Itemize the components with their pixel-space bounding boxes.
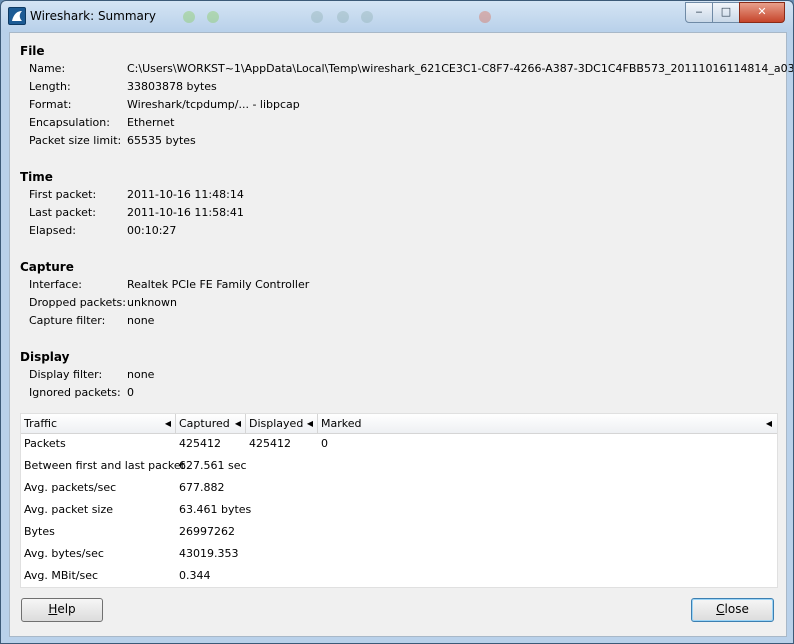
field-label: First packet: bbox=[29, 188, 97, 201]
field-label: Name: bbox=[29, 62, 66, 75]
field-label: Format: bbox=[29, 98, 72, 111]
table-row[interactable]: Between first and last packet 627.561 se… bbox=[21, 455, 777, 477]
window-close-button[interactable]: ✕ bbox=[739, 2, 785, 23]
field-label: Last packet: bbox=[29, 206, 96, 219]
ignored-packets-value: 0 bbox=[127, 386, 134, 399]
field-label: Length: bbox=[29, 80, 71, 93]
field-label: Capture filter: bbox=[29, 314, 106, 327]
column-header-label: Traffic bbox=[24, 417, 58, 430]
field-label: Dropped packets: bbox=[29, 296, 126, 309]
column-header-label: Marked bbox=[321, 417, 362, 430]
file-encapsulation-value: Ethernet bbox=[127, 116, 175, 129]
toolbar-ghost-icon bbox=[337, 11, 349, 23]
field-label: Elapsed: bbox=[29, 224, 76, 237]
field-label: Encapsulation: bbox=[29, 116, 110, 129]
interface-value: Realtek PCIe FE Family Controller bbox=[127, 278, 310, 291]
first-packet-value: 2011-10-16 11:48:14 bbox=[127, 188, 244, 201]
help-mnemonic: H bbox=[48, 602, 58, 616]
table-row[interactable]: Avg. packets/sec 677.882 bbox=[21, 477, 777, 499]
sort-arrow-icon: ◀ bbox=[765, 419, 772, 428]
captured-cell: 627.561 sec bbox=[179, 459, 247, 472]
file-size-limit-value: 65535 bytes bbox=[127, 134, 196, 147]
field-label: Interface: bbox=[29, 278, 82, 291]
displayed-cell: 425412 bbox=[249, 437, 291, 450]
table-row[interactable]: Avg. bytes/sec 43019.353 bbox=[21, 543, 777, 565]
elapsed-value: 00:10:27 bbox=[127, 224, 177, 237]
sort-arrow-icon: ◀ bbox=[234, 419, 241, 428]
traffic-cell: Between first and last packet bbox=[24, 459, 185, 472]
field-label: Display filter: bbox=[29, 368, 103, 381]
column-header-label: Captured bbox=[179, 417, 230, 430]
traffic-cell: Avg. MBit/sec bbox=[24, 569, 99, 582]
capture-filter-value: none bbox=[127, 314, 155, 327]
help-button[interactable]: Help bbox=[21, 598, 103, 622]
file-name-value: C:\Users\WORKST~1\AppData\Local\Temp\wir… bbox=[127, 62, 794, 75]
file-format-value: Wireshark/tcpdump/... - libpcap bbox=[127, 98, 300, 111]
title-bar[interactable]: Wireshark: Summary ‒ □ ✕ bbox=[1, 1, 793, 31]
sort-arrow-icon: ◀ bbox=[306, 419, 313, 428]
table-row[interactable]: Packets 425412 425412 0 bbox=[21, 433, 777, 455]
traffic-cell: Avg. packets/sec bbox=[24, 481, 117, 494]
close-label: lose bbox=[724, 602, 749, 616]
time-heading: Time bbox=[20, 170, 53, 184]
toolbar-ghost-icon bbox=[207, 11, 219, 23]
display-heading: Display bbox=[20, 350, 70, 364]
toolbar-ghost-icon bbox=[183, 11, 195, 23]
captured-cell: 26997262 bbox=[179, 525, 235, 538]
summary-content: File Name: C:\Users\WORKST~1\AppData\Loc… bbox=[9, 32, 793, 637]
captured-cell: 425412 bbox=[179, 437, 221, 450]
column-header-displayed[interactable]: Displayed ◀ bbox=[246, 414, 318, 433]
display-filter-value: none bbox=[127, 368, 155, 381]
file-length-value: 33803878 bytes bbox=[127, 80, 217, 93]
captured-cell: 63.461 bytes bbox=[179, 503, 252, 516]
captured-cell: 0.344 bbox=[179, 569, 211, 582]
close-button[interactable]: Close bbox=[691, 598, 774, 622]
traffic-cell: Avg. bytes/sec bbox=[24, 547, 104, 560]
traffic-table: Traffic ◀ Captured ◀ Displayed ◀ Marked … bbox=[20, 413, 778, 588]
last-packet-value: 2011-10-16 11:58:41 bbox=[127, 206, 244, 219]
column-header-traffic[interactable]: Traffic ◀ bbox=[21, 414, 176, 433]
window-title: Wireshark: Summary bbox=[30, 9, 156, 23]
minimize-button[interactable]: ‒ bbox=[685, 2, 713, 23]
marked-cell: 0 bbox=[321, 437, 328, 450]
toolbar-ghost-icon bbox=[361, 11, 373, 23]
table-row[interactable]: Avg. packet size 63.461 bytes bbox=[21, 499, 777, 521]
sort-arrow-icon: ◀ bbox=[164, 419, 171, 428]
close-mnemonic: C bbox=[716, 602, 725, 616]
dropped-packets-value: unknown bbox=[127, 296, 177, 309]
table-header: Traffic ◀ Captured ◀ Displayed ◀ Marked … bbox=[21, 414, 777, 434]
capture-heading: Capture bbox=[20, 260, 74, 274]
field-label: Ignored packets: bbox=[29, 386, 121, 399]
summary-window: Wireshark: Summary ‒ □ ✕ File Name: C:\U… bbox=[0, 0, 794, 644]
traffic-cell: Avg. packet size bbox=[24, 503, 114, 516]
table-row[interactable]: Avg. MBit/sec 0.344 bbox=[21, 565, 777, 587]
traffic-cell: Bytes bbox=[24, 525, 55, 538]
column-header-captured[interactable]: Captured ◀ bbox=[176, 414, 246, 433]
maximize-button[interactable]: □ bbox=[712, 2, 740, 23]
wireshark-fin-icon bbox=[8, 7, 26, 25]
captured-cell: 677.882 bbox=[179, 481, 225, 494]
toolbar-ghost-icon bbox=[479, 11, 491, 23]
file-heading: File bbox=[20, 44, 45, 58]
help-label: elp bbox=[57, 602, 76, 616]
table-row[interactable]: Bytes 26997262 bbox=[21, 521, 777, 543]
column-header-label: Displayed bbox=[249, 417, 304, 430]
column-header-marked[interactable]: Marked ◀ bbox=[318, 414, 776, 433]
traffic-cell: Packets bbox=[24, 437, 66, 450]
field-label: Packet size limit: bbox=[29, 134, 122, 147]
toolbar-ghost-icon bbox=[311, 11, 323, 23]
captured-cell: 43019.353 bbox=[179, 547, 239, 560]
